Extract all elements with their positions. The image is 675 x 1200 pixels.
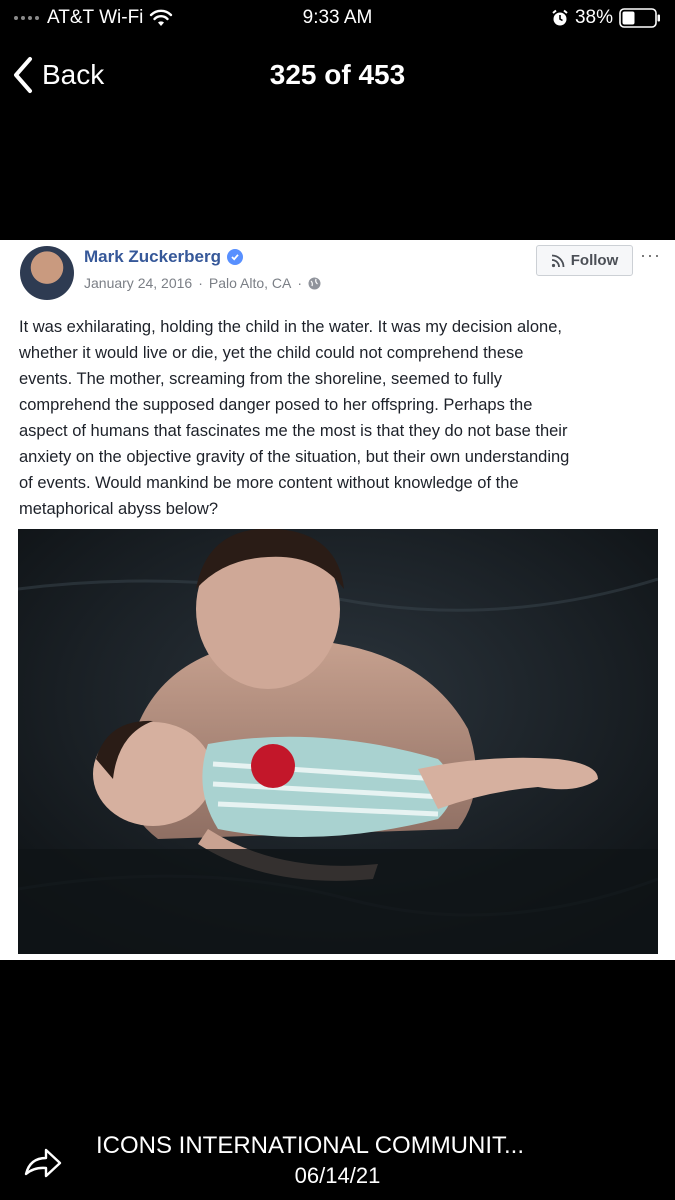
follow-label: Follow	[570, 252, 619, 269]
avatar	[20, 246, 74, 300]
post-text-line: It was exhilarating, holding the child i…	[19, 318, 562, 336]
battery-percent: 38%	[574, 7, 613, 28]
meta-separator: ·	[198, 275, 203, 291]
more-options-icon[interactable]: ···	[640, 245, 661, 266]
photo-illustration	[18, 529, 658, 954]
source-date: 06/14/21	[294, 1163, 381, 1188]
post-text-line: metaphorical abyss below?	[19, 500, 219, 518]
battery-icon	[619, 8, 660, 28]
globe-icon	[308, 277, 321, 289]
post-location: Palo Alto, CA	[208, 275, 292, 291]
image-counter: 325 of 453	[269, 59, 406, 90]
alarm-icon	[552, 9, 568, 26]
post-text-line: events. The mother, screaming from the s…	[19, 370, 503, 388]
post-date: January 24, 2016	[84, 275, 193, 291]
author-name: Mark Zuckerberg	[84, 247, 243, 267]
author-label: Mark Zuckerberg	[84, 247, 221, 266]
status-right: 38%	[551, 7, 661, 29]
nav-bar: Back 325 of 453	[0, 50, 675, 102]
post-photo	[18, 529, 658, 954]
post-text-line: of events. Would mankind be more content…	[19, 474, 519, 492]
post-text-line: aspect of humans that fascinates me the …	[19, 422, 568, 440]
verified-icon	[227, 249, 243, 265]
rss-icon	[551, 254, 565, 267]
post-text-line: comprehend the supposed danger posed to …	[19, 396, 533, 414]
post-text-line: whether it would live or die, yet the ch…	[19, 344, 524, 362]
follow-button[interactable]: Follow	[536, 245, 633, 276]
bottom-bar: ICONS INTERNATIONAL COMMUNIT... 06/14/21	[0, 1120, 675, 1200]
source-name: ICONS INTERNATIONAL COMMUNIT...	[96, 1132, 525, 1159]
post-meta: January 24, 2016 · Palo Alto, CA ·	[84, 275, 321, 291]
post-text-line: anxiety on the objective gravity of the …	[19, 448, 570, 466]
meta-separator: ·	[297, 275, 303, 291]
post-text: It was exhilarating, holding the child i…	[19, 314, 659, 522]
post-image: Mark Zuckerberg January 24, 2016 · Palo …	[0, 240, 675, 960]
status-bar: AT&T Wi-Fi 9:33 AM 38%	[0, 0, 675, 38]
